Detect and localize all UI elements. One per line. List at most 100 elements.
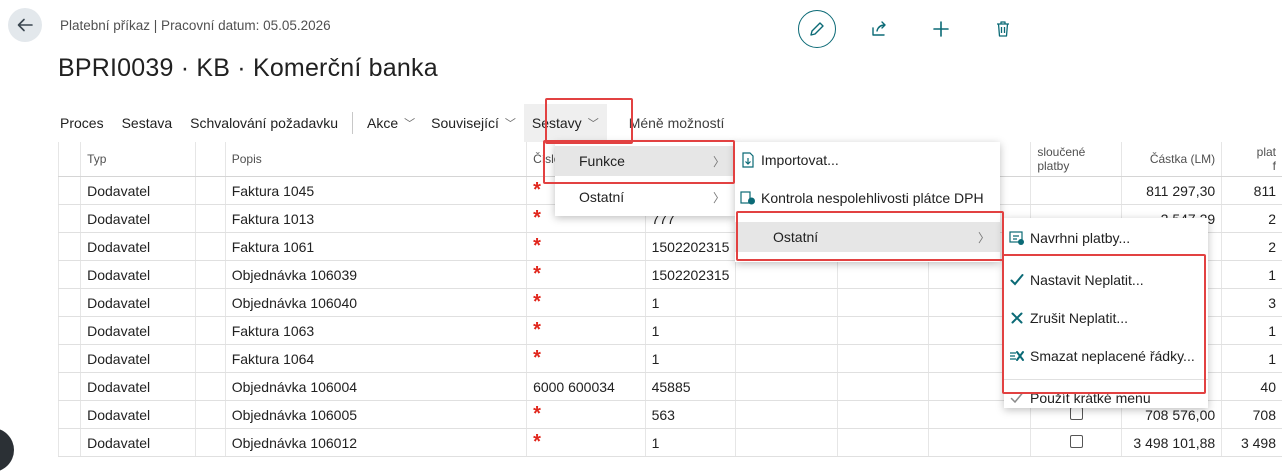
cell-plat: 3	[1222, 289, 1282, 317]
col-plat[interactable]: platf	[1222, 142, 1282, 177]
action-sestava[interactable]: Sestava	[112, 104, 181, 142]
checkmark-icon	[1008, 391, 1026, 405]
menu-item-kratke-menu[interactable]: Použít krátké menu	[1004, 383, 1208, 413]
menu-item-importovat[interactable]: Importovat...	[735, 145, 1000, 175]
cell-c5	[736, 429, 838, 457]
share-button[interactable]	[860, 10, 898, 48]
row-select	[59, 373, 81, 401]
cell-popis: Objednávka 106004	[225, 373, 526, 401]
action-akce-label: Akce	[367, 115, 398, 131]
menu-item-nastavit-neplatit[interactable]: Nastavit Neplatit...	[1004, 265, 1208, 295]
cell-popis: Faktura 1013	[225, 205, 526, 233]
action-akce[interactable]: Akce ﹀	[359, 104, 423, 142]
chevron-down-icon: ﹀	[404, 115, 415, 131]
cell-popis: Objednávka 106039	[225, 261, 526, 289]
cell-blank	[195, 317, 225, 345]
cell-slouc	[1031, 177, 1121, 205]
action-schvalovani[interactable]: Schvalování požadavku	[180, 104, 346, 142]
action-bar: Proces Sestava Schvalování požadavku Akc…	[52, 104, 1282, 142]
menu-item-zrusit-neplatit[interactable]: Zrušit Neplatit...	[1004, 303, 1208, 333]
required-asterisk-icon: *	[533, 403, 541, 425]
menu-item-navrhni-platby[interactable]: Navrhni platby...	[1004, 223, 1208, 253]
menu-item-ostatni-sub[interactable]: Ostatní〉	[735, 222, 1000, 252]
page-title: BPRI0039 · KB · Komerční banka	[58, 54, 438, 83]
cell-typ: Dodavatel	[81, 401, 196, 429]
row-select	[59, 177, 81, 205]
col-slouc[interactable]: sloučenéplatby	[1031, 142, 1121, 177]
action-separator	[352, 112, 353, 134]
chevron-right-icon: 〉	[713, 189, 725, 206]
row-select	[59, 429, 81, 457]
required-asterisk-icon: *	[533, 319, 541, 341]
cell-c5	[736, 401, 838, 429]
cell-cislo: *	[527, 233, 646, 261]
row-select	[59, 345, 81, 373]
required-asterisk-icon: *	[533, 207, 541, 229]
share-icon	[870, 20, 888, 38]
cell-c6	[838, 373, 928, 401]
action-sestavy[interactable]: Sestavy﹀	[524, 104, 607, 142]
menu-item-kontrola-dph[interactable]: Kontrola nespolehlivosti plátce DPH	[735, 183, 1000, 213]
row-select	[59, 317, 81, 345]
action-mene-moznosti[interactable]: Méně možností	[607, 104, 733, 142]
menu-item-smazat-neplacene[interactable]: Smazat neplacené řádky...	[1004, 341, 1208, 371]
menu-item-navrhni-platby-label: Navrhni platby...	[1030, 230, 1130, 246]
merged-payment-checkbox[interactable]	[1070, 435, 1083, 448]
funkce-submenu: Importovat... Kontrola nespolehlivosti p…	[735, 142, 1000, 262]
cell-cislo: 6000 600034	[527, 373, 646, 401]
cell-blank	[195, 205, 225, 233]
cell-plat: 3 498	[1222, 429, 1282, 457]
cell-popis: Objednávka 106040	[225, 289, 526, 317]
col-typ[interactable]: Typ	[81, 142, 196, 177]
assistant-bubble[interactable]	[0, 428, 14, 472]
cell-c4: 1	[645, 317, 735, 345]
cell-c4: 1	[645, 345, 735, 373]
edit-button[interactable]	[798, 10, 836, 48]
cell-c6	[838, 429, 928, 457]
cell-cislo: *	[527, 289, 646, 317]
table-row[interactable]: DodavatelObjednávka 106012*13 498 101,88…	[59, 429, 1282, 457]
cell-c4: 1	[645, 289, 735, 317]
cell-plat: 40	[1222, 373, 1282, 401]
col-popis[interactable]: Popis	[225, 142, 526, 177]
menu-item-ostatni-sub-label: Ostatní	[773, 229, 818, 245]
back-button[interactable]	[8, 8, 42, 42]
chevron-down-icon: ﹀	[588, 115, 599, 131]
cell-typ: Dodavatel	[81, 205, 196, 233]
menu-item-importovat-label: Importovat...	[761, 152, 839, 168]
cell-cislo: *	[527, 317, 646, 345]
cell-castka: 811 297,30	[1121, 177, 1221, 205]
cell-c6	[838, 317, 928, 345]
cell-popis: Faktura 1061	[225, 233, 526, 261]
menu-item-funkce[interactable]: Funkce〉	[555, 146, 735, 176]
action-souvisejici[interactable]: Související﹀	[423, 104, 524, 142]
cell-typ: Dodavatel	[81, 373, 196, 401]
col-castka[interactable]: Částka (LM)	[1121, 142, 1221, 177]
action-proces[interactable]: Proces	[52, 104, 112, 142]
col-slouc-line1: sloučené	[1037, 145, 1114, 159]
row-select	[59, 401, 81, 429]
cell-blank	[195, 177, 225, 205]
ostatni-submenu: Navrhni platby... Nastavit Neplatit... Z…	[1004, 218, 1208, 408]
col-select[interactable]	[59, 142, 81, 177]
delete-button[interactable]	[984, 10, 1022, 48]
cell-c7	[928, 429, 1030, 457]
vat-check-icon	[739, 190, 757, 206]
cell-c5	[736, 373, 838, 401]
cell-c4: 563	[645, 401, 735, 429]
cell-typ: Dodavatel	[81, 429, 196, 457]
cell-blank	[195, 345, 225, 373]
cell-c5	[736, 345, 838, 373]
cell-c4: 45885	[645, 373, 735, 401]
cell-cislo: *	[527, 345, 646, 373]
row-select	[59, 289, 81, 317]
cell-typ: Dodavatel	[81, 177, 196, 205]
cell-c6	[838, 345, 928, 373]
cell-castka: 3 498 101,88	[1121, 429, 1221, 457]
cell-popis: Objednávka 106012	[225, 429, 526, 457]
cell-popis: Faktura 1063	[225, 317, 526, 345]
add-button[interactable]	[922, 10, 960, 48]
cell-plat: 708	[1222, 401, 1282, 429]
menu-item-ostatni[interactable]: Ostatní〉	[555, 182, 735, 212]
cell-plat: 1	[1222, 261, 1282, 289]
